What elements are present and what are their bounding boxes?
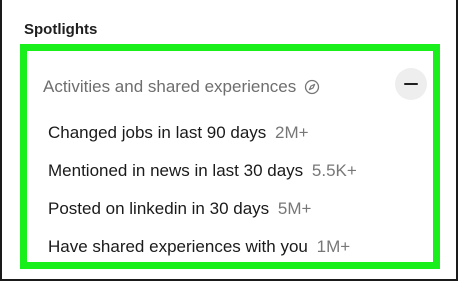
panel-header[interactable]: Activities and shared experiences	[43, 77, 320, 97]
window-edge-left	[0, 0, 2, 281]
spotlight-item-label: Changed jobs in last 90 days	[48, 123, 267, 142]
spotlight-item-label: Have shared experiences with you	[48, 237, 308, 256]
spotlight-list: Changed jobs in last 90 days 2M+ Mention…	[48, 114, 357, 266]
spotlight-item-shared-experiences[interactable]: Have shared experiences with you 1M+	[48, 228, 357, 266]
spotlight-item-label: Posted on linkedin in 30 days	[48, 199, 270, 218]
spotlight-item-label: Mentioned in news in last 30 days	[48, 161, 304, 180]
collapse-button[interactable]	[395, 68, 427, 100]
spotlight-item-count: 1M+	[316, 237, 351, 256]
spotlight-item-changed-jobs[interactable]: Changed jobs in last 90 days 2M+	[48, 114, 357, 152]
spotlight-panel: Activities and shared experiences Change…	[20, 44, 440, 269]
panel-header-label: Activities and shared experiences	[43, 77, 297, 96]
spotlight-item-count: 5M+	[277, 199, 312, 218]
section-title: Spotlights	[24, 21, 98, 38]
spotlight-item-mentioned-in-news[interactable]: Mentioned in news in last 30 days 5.5K+	[48, 152, 357, 190]
spotlight-item-count: 5.5K+	[311, 161, 357, 180]
compass-icon[interactable]	[304, 79, 320, 95]
minus-icon	[404, 83, 418, 85]
spotlight-item-count: 2M+	[275, 123, 309, 142]
spotlight-item-posted-on-linkedin[interactable]: Posted on linkedin in 30 days 5M+	[48, 190, 357, 228]
